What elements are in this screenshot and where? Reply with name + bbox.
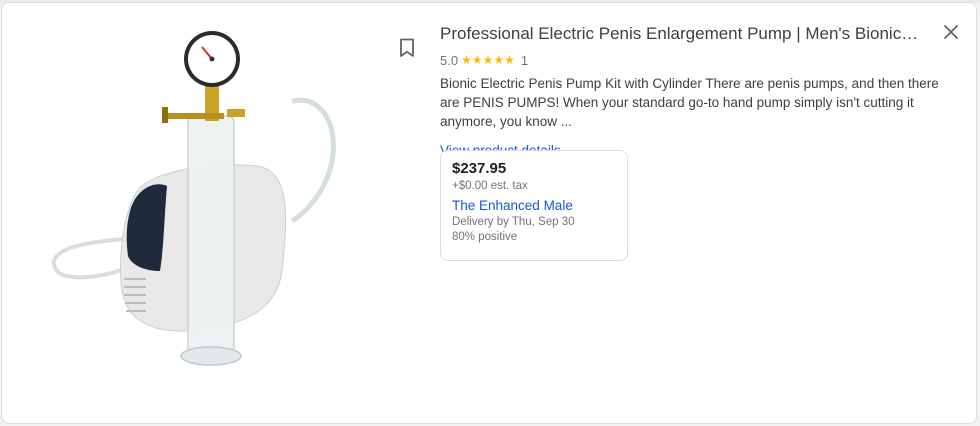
offer-card[interactable]: $237.95 +$0.00 est. tax The Enhanced Mal…	[440, 150, 628, 261]
close-button[interactable]	[938, 19, 964, 45]
product-card: Professional Electric Penis Enlargement …	[1, 2, 977, 424]
pump-illustration	[51, 31, 336, 366]
product-title: Professional Electric Penis Enlargement …	[440, 24, 920, 43]
product-image[interactable]	[42, 21, 362, 381]
delivery-info: Delivery by Thu, Sep 30	[452, 216, 575, 228]
product-description: Bionic Electric Penis Pump Kit with Cyli…	[440, 76, 939, 129]
star-rating-icon: ★★★★★	[461, 53, 515, 67]
review-count[interactable]: 1	[521, 53, 528, 68]
offer-tax: +$0.00 est. tax	[452, 180, 528, 192]
merchant-link[interactable]: The Enhanced Male	[452, 198, 616, 213]
close-icon	[944, 25, 958, 39]
product-details: Professional Electric Penis Enlargement …	[440, 23, 940, 160]
bookmark-button[interactable]	[394, 35, 420, 61]
offer-price: $237.95	[452, 160, 507, 177]
rating-value: 5.0	[440, 52, 459, 68]
rating-row: 5.0 ★★★★★ 1	[440, 51, 940, 69]
bookmark-icon	[400, 38, 414, 57]
seller-rating: 80% positive	[452, 231, 518, 243]
